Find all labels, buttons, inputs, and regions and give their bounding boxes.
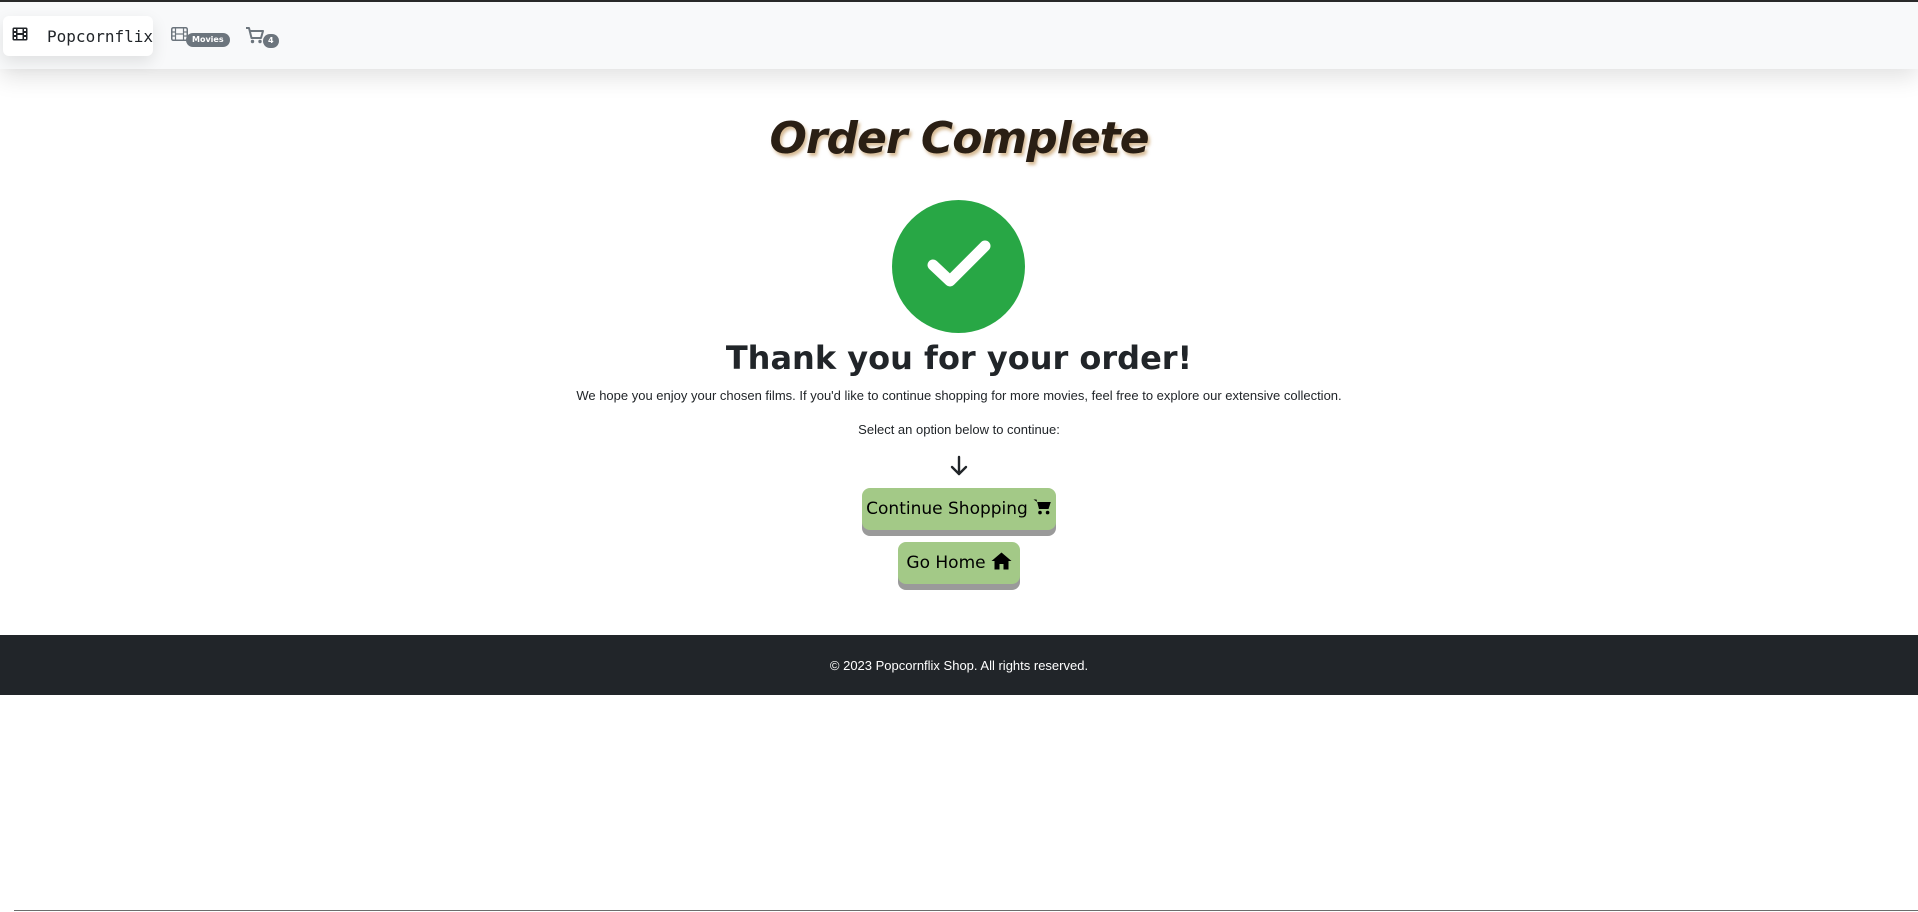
bottom-divider [14, 910, 1918, 911]
brand-link[interactable]: Popcornflix [3, 16, 153, 56]
footer: © 2023 Popcornflix Shop. All rights rese… [0, 635, 1918, 695]
page-title: Order Complete [769, 113, 1149, 164]
home-icon [986, 552, 1012, 575]
go-home-label: Go Home [906, 553, 986, 573]
film-icon [12, 26, 31, 46]
copyright-text: © 2023 Popcornflix Shop. All rights rese… [829, 657, 1089, 673]
nav-movies-link[interactable]: Movies [171, 26, 230, 47]
continue-shopping-label: Continue Shopping [866, 499, 1028, 519]
thank-you-heading: Thank you for your order! [725, 339, 1193, 377]
arrow-down-icon [949, 455, 969, 477]
thank-you-message: We hope you enjoy your chosen films. If … [576, 388, 1342, 403]
go-home-button[interactable]: Go Home [898, 542, 1020, 584]
film-icon [171, 26, 188, 47]
cart-icon [245, 26, 265, 49]
cart-count-badge: 4 [263, 33, 279, 48]
movies-badge: Movies [186, 32, 230, 47]
nav-cart-link[interactable]: 4 [245, 26, 279, 49]
navbar: Popcornflix Movies 4 [0, 2, 1918, 69]
success-circle [892, 200, 1025, 333]
cart-icon [1028, 498, 1052, 520]
brand-name: Popcornflix [47, 26, 153, 46]
check-icon [926, 238, 992, 295]
continue-shopping-button[interactable]: Continue Shopping [862, 488, 1056, 530]
order-complete-section: Order Complete Thank you for your order!… [0, 69, 1918, 635]
select-option-text: Select an option below to continue: [858, 422, 1060, 437]
